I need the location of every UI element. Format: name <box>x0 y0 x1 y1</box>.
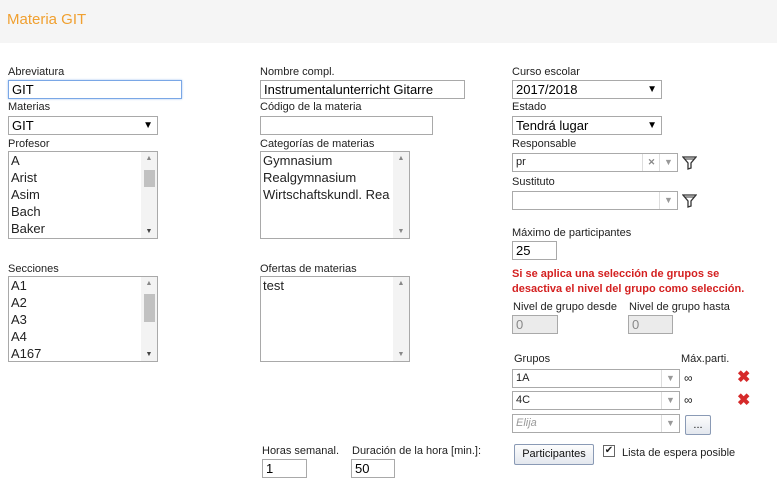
subjects-select[interactable]: GIT ▼ <box>8 116 158 135</box>
weekly-hours-label: Horas semanal. <box>262 445 340 457</box>
fullname-input[interactable]: Instrumentalunterricht Gitarre <box>260 80 465 99</box>
subjects-select-value: GIT <box>12 118 34 133</box>
list-item[interactable]: A3 <box>11 311 140 328</box>
chevron-down-icon: ▼ <box>647 120 657 131</box>
list-item[interactable]: test <box>263 277 392 294</box>
chevron-down-icon[interactable]: ▼ <box>661 392 679 409</box>
sections-scrollbar[interactable]: ▲ ▼ <box>141 277 157 361</box>
list-item[interactable]: Realgymnasium <box>263 169 393 186</box>
scroll-up-icon[interactable]: ▲ <box>393 280 409 287</box>
max-participants-input[interactable]: 25 <box>512 241 557 260</box>
max-participants-label: Máximo de participantes <box>512 227 632 239</box>
schoolyear-select[interactable]: 2017/2018 ▼ <box>512 80 662 99</box>
chevron-down-icon[interactable]: ▼ <box>661 415 679 432</box>
scroll-thumb[interactable] <box>144 170 155 187</box>
chevron-down-icon: ▼ <box>143 120 153 131</box>
scroll-up-icon[interactable]: ▲ <box>141 280 157 287</box>
weekly-hours-input[interactable]: 1 <box>262 459 307 478</box>
group-level-from-input: 0 <box>512 315 558 334</box>
groups-max-label: Máx.parti. <box>681 353 730 365</box>
more-groups-button[interactable]: ... <box>685 415 711 435</box>
subjects-label: Materias <box>8 101 51 113</box>
scroll-down-icon[interactable]: ▼ <box>141 228 157 235</box>
group-name: 4C <box>516 394 531 406</box>
abbreviation-label: Abreviatura <box>8 66 65 78</box>
responsible-combobox[interactable]: pr ✕ ▼ <box>512 153 678 172</box>
status-select-value: Tendrá lugar <box>516 118 589 133</box>
substitute-combobox[interactable]: ▼ <box>512 191 678 210</box>
group-combobox-4c[interactable]: 4C ▼ <box>512 391 680 410</box>
group-choose-placeholder: Elija <box>516 417 537 429</box>
subject-code-label: Código de la materia <box>260 101 362 113</box>
delete-icon[interactable]: ✖ <box>737 393 750 409</box>
status-label: Estado <box>512 101 547 113</box>
list-item[interactable]: A167 <box>11 345 140 361</box>
group-level-from-label: Nivel de grupo desde <box>513 301 617 313</box>
delete-icon[interactable]: ✖ <box>737 370 750 386</box>
group-max-value: ∞ <box>684 371 693 385</box>
participants-button[interactable]: Participantes <box>514 444 594 465</box>
sections-label: Secciones <box>8 263 59 275</box>
page-title: Materia GIT <box>7 11 87 28</box>
list-item[interactable]: Asim <box>11 186 140 203</box>
chevron-down-icon[interactable]: ▼ <box>659 154 677 171</box>
offers-scrollbar[interactable]: ▲ ▼ <box>393 277 409 361</box>
list-item[interactable]: Wirtschaftskundl. Rea <box>263 186 393 203</box>
list-item[interactable]: A <box>11 152 140 169</box>
divider <box>643 192 660 209</box>
schoolyear-label: Curso escolar <box>512 66 580 78</box>
categories-listbox[interactable]: Gymnasium Realgymnasium Wirtschaftskundl… <box>260 151 410 239</box>
scroll-down-icon[interactable]: ▼ <box>141 351 157 358</box>
filter-icon[interactable] <box>682 156 697 170</box>
list-item[interactable]: A2 <box>11 294 140 311</box>
chevron-down-icon[interactable]: ▼ <box>659 192 677 209</box>
offers-label: Ofertas de materias <box>260 263 357 275</box>
groups-label: Grupos <box>514 353 551 365</box>
group-max-value: ∞ <box>684 393 693 407</box>
group-warning-line-1: Si se aplica una selección de grupos se <box>512 268 720 280</box>
sections-listbox[interactable]: A1 A2 A3 A4 A167 ▲ ▼ <box>8 276 158 362</box>
teacher-scrollbar[interactable]: ▲ ▼ <box>141 152 157 238</box>
waitlist-label: Lista de espera posible <box>622 447 736 459</box>
schoolyear-select-value: 2017/2018 <box>516 82 578 97</box>
responsible-value: pr <box>516 156 526 168</box>
clear-icon[interactable]: ✕ <box>642 154 660 171</box>
group-warning-line-2: desactiva el nivel del grupo como selecc… <box>512 283 745 295</box>
scroll-up-icon[interactable]: ▲ <box>393 155 409 162</box>
group-choose-combobox[interactable]: Elija ▼ <box>512 414 680 433</box>
responsible-label: Responsable <box>512 138 577 150</box>
abbreviation-input[interactable]: GIT <box>8 80 182 99</box>
chevron-down-icon[interactable]: ▼ <box>661 370 679 387</box>
substitute-label: Sustituto <box>512 176 555 188</box>
chevron-down-icon: ▼ <box>647 84 657 95</box>
list-item[interactable]: Bach <box>11 203 140 220</box>
group-level-to-input: 0 <box>628 315 673 334</box>
filter-icon[interactable] <box>682 194 697 208</box>
header-bar <box>0 0 777 43</box>
group-combobox-1a[interactable]: 1A ▼ <box>512 369 680 388</box>
group-name: 1A <box>516 372 530 384</box>
fullname-label: Nombre compl. <box>260 66 335 78</box>
offers-listbox[interactable]: test ▲ ▼ <box>260 276 410 362</box>
scroll-thumb[interactable] <box>144 294 155 322</box>
teacher-listbox[interactable]: A Arist Asim Bach Baker ▲ ▼ <box>8 151 158 239</box>
list-item[interactable]: Gymnasium <box>263 152 393 169</box>
group-level-to-label: Nivel de grupo hasta <box>629 301 730 313</box>
scroll-up-icon[interactable]: ▲ <box>141 155 157 162</box>
waitlist-checkbox[interactable]: ✔ <box>603 445 615 457</box>
status-select[interactable]: Tendrá lugar ▼ <box>512 116 662 135</box>
scroll-down-icon[interactable]: ▼ <box>393 228 409 235</box>
categories-label: Categorías de materias <box>260 138 375 150</box>
teacher-label: Profesor <box>8 138 50 150</box>
subject-code-input[interactable] <box>260 116 433 135</box>
hour-duration-input[interactable]: 50 <box>351 459 395 478</box>
categories-scrollbar[interactable]: ▲ ▼ <box>393 152 409 238</box>
hour-duration-label: Duración de la hora [min.]: <box>352 445 482 457</box>
scroll-down-icon[interactable]: ▼ <box>393 351 409 358</box>
list-item[interactable]: A4 <box>11 328 140 345</box>
list-item[interactable]: A1 <box>11 277 140 294</box>
list-item[interactable]: Baker <box>11 220 140 237</box>
list-item[interactable]: Arist <box>11 169 140 186</box>
